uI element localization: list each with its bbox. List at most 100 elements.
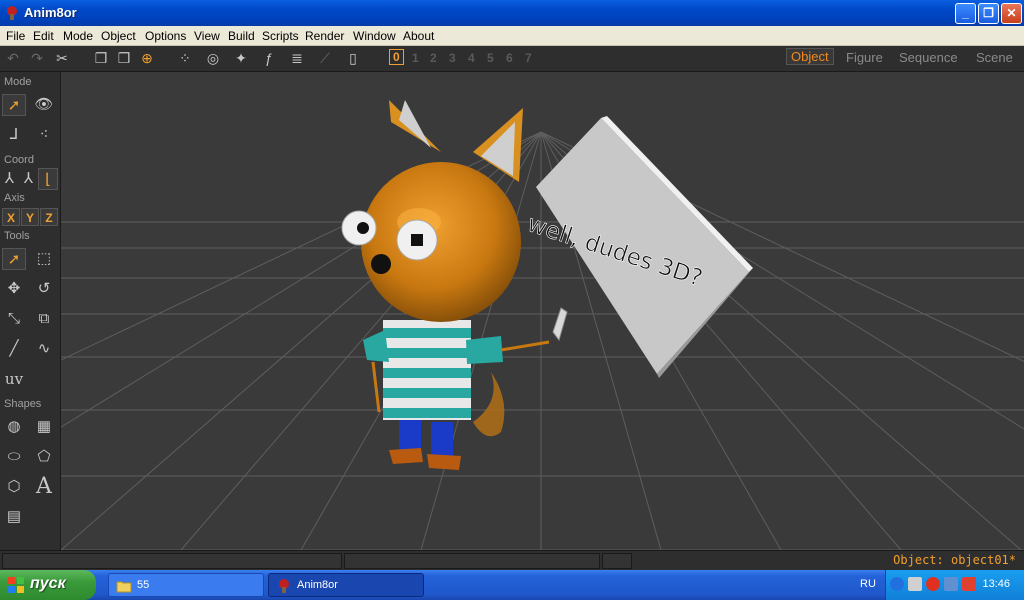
- menu-scripts[interactable]: Scripts: [262, 29, 299, 43]
- viewport-canvas: well, dudes 3D?: [61, 72, 1024, 550]
- menu-options[interactable]: Options: [145, 29, 186, 43]
- toolbar: ↶ ↷ ✂ ❐ ❒ ⊕ ⁘ ◎ ✦ ƒ ≣ ⟋ ▯ 0 1 2 3 4 5 6 …: [0, 46, 1024, 72]
- line-icon[interactable]: ╱: [2, 338, 26, 360]
- section-mode: Mode: [4, 76, 32, 88]
- status-cell-1: [2, 553, 342, 569]
- task-anim8or[interactable]: Anim8or: [268, 573, 424, 597]
- menu-object[interactable]: Object: [101, 29, 136, 43]
- frame-0[interactable]: 0: [389, 49, 404, 65]
- menu-view[interactable]: View: [194, 29, 220, 43]
- tab-figure[interactable]: Figure: [846, 50, 883, 65]
- section-tools: Tools: [4, 230, 30, 242]
- list-icon[interactable]: ≣: [288, 49, 306, 67]
- magic-wand-icon[interactable]: ✦: [232, 49, 250, 67]
- undo-icon[interactable]: ↶: [4, 49, 22, 67]
- menu-build[interactable]: Build: [228, 29, 255, 43]
- select-arrow-icon[interactable]: ➚: [2, 94, 26, 116]
- folder-icon: [116, 581, 132, 593]
- volume-icon[interactable]: [908, 577, 922, 591]
- body: [383, 320, 471, 420]
- redo-icon[interactable]: ↷: [28, 49, 46, 67]
- anim8or-task-icon: [279, 579, 289, 593]
- curve-icon[interactable]: ƒ: [260, 49, 278, 67]
- polygon-icon[interactable]: ⬡: [2, 476, 26, 498]
- status-cell-2: [344, 553, 600, 569]
- object-coord-icon[interactable]: ⌊: [38, 168, 58, 190]
- paste-icon[interactable]: ❒: [115, 49, 133, 67]
- status-text: Object: object01*: [893, 553, 1016, 567]
- menu-mode[interactable]: Mode: [63, 29, 93, 43]
- axis-icon[interactable]: ⅃: [2, 124, 26, 146]
- menu-file[interactable]: File: [6, 29, 25, 43]
- clock: 13:46: [982, 578, 1010, 590]
- spline-icon[interactable]: ∿: [32, 338, 56, 360]
- tab-object[interactable]: Object: [786, 48, 834, 65]
- start-button[interactable]: пуск: [0, 570, 96, 600]
- frame-4[interactable]: 4: [468, 51, 475, 65]
- start-label: пуск: [30, 575, 66, 592]
- status-bar: Object: object01*: [0, 550, 1024, 570]
- status-cell-3: [602, 553, 632, 569]
- point-edit-icon[interactable]: ⁘: [176, 49, 194, 67]
- menu-render[interactable]: Render: [305, 29, 344, 43]
- globe-icon[interactable]: ⊕: [138, 49, 156, 67]
- tool-panel: Mode ➚ 👁 ⅃ ⁖ Coord ⅄ ⅄ ⌊ Axis X Y Z Tool…: [0, 72, 61, 550]
- sphere-icon[interactable]: ◍: [2, 416, 26, 438]
- scale-icon[interactable]: ⤡: [2, 308, 26, 330]
- cube-icon[interactable]: ▦: [32, 416, 56, 438]
- tab-scene[interactable]: Scene: [976, 50, 1013, 65]
- axis-y-button[interactable]: Y: [21, 208, 39, 226]
- cut-icon[interactable]: ✂: [53, 49, 71, 67]
- window-title: Anim8or: [24, 5, 77, 20]
- section-axis: Axis: [4, 192, 25, 204]
- task-label: Anim8or: [297, 579, 338, 591]
- copy-icon[interactable]: ❐: [92, 49, 110, 67]
- frame-7[interactable]: 7: [525, 51, 532, 65]
- axis-x-button[interactable]: X: [2, 208, 20, 226]
- task-folder-55[interactable]: 55: [108, 573, 264, 597]
- solid-icon[interactable]: ⬠: [32, 446, 56, 468]
- graph-icon[interactable]: ⟋: [316, 49, 334, 67]
- system-tray: 13:46: [885, 570, 1024, 600]
- frame-1[interactable]: 1: [412, 51, 419, 65]
- world-coord-icon[interactable]: ⅄: [0, 168, 19, 190]
- network-icon[interactable]: [944, 577, 958, 591]
- rotate-view-icon[interactable]: ◎: [204, 49, 222, 67]
- section-shapes: Shapes: [4, 398, 42, 410]
- close-button[interactable]: ✕: [1001, 3, 1022, 24]
- grid-table-icon[interactable]: ▤: [2, 506, 26, 528]
- menu-window[interactable]: Window: [353, 29, 396, 43]
- maximize-button[interactable]: ❐: [978, 3, 999, 24]
- tray-arrow-icon[interactable]: [890, 577, 904, 591]
- rotate-icon[interactable]: ↺: [32, 278, 56, 300]
- security-alert-icon[interactable]: [926, 577, 940, 591]
- screen-coord-icon[interactable]: ⅄: [19, 168, 38, 190]
- menu-edit[interactable]: Edit: [33, 29, 54, 43]
- eye-icon[interactable]: 👁: [32, 94, 56, 116]
- menu-about[interactable]: About: [403, 29, 434, 43]
- title-bar: Anim8or _ ❐ ✕: [0, 0, 1024, 26]
- frame-3[interactable]: 3: [449, 51, 456, 65]
- antivirus-icon[interactable]: [962, 577, 976, 591]
- frame-2[interactable]: 2: [430, 51, 437, 65]
- points-icon[interactable]: ⁖: [32, 124, 56, 146]
- cylinder-icon[interactable]: ⬭: [2, 446, 26, 468]
- 3d-viewport[interactable]: well, dudes 3D?: [61, 72, 1024, 550]
- ruler-icon[interactable]: ▯: [344, 49, 362, 67]
- nonuniform-scale-icon[interactable]: ⧉: [32, 308, 56, 330]
- axis-z-button[interactable]: Z: [40, 208, 58, 226]
- language-indicator[interactable]: RU: [860, 578, 876, 590]
- tab-sequence[interactable]: Sequence: [899, 50, 958, 65]
- select-tool-icon[interactable]: ➚: [2, 248, 26, 270]
- drag-select-icon[interactable]: ⬚: [32, 248, 56, 270]
- menu-bar: File Edit Mode Object Options View Build…: [0, 26, 1024, 46]
- uv-icon[interactable]: uv: [2, 368, 26, 390]
- move-icon[interactable]: ✥: [2, 278, 26, 300]
- anim8or-app-icon: [7, 6, 17, 20]
- frame-6[interactable]: 6: [506, 51, 513, 65]
- text-tool-icon[interactable]: A: [32, 476, 56, 498]
- frame-5[interactable]: 5: [487, 51, 494, 65]
- task-label: 55: [137, 579, 150, 591]
- windows-flag-icon: [8, 577, 24, 593]
- minimize-button[interactable]: _: [955, 3, 976, 24]
